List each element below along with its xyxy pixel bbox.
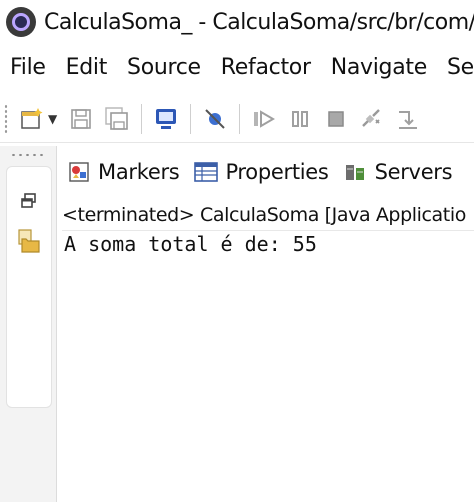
minimized-view-stack xyxy=(6,166,52,408)
debug-skip-icon[interactable] xyxy=(200,104,230,134)
tab-partial[interactable] xyxy=(466,159,474,185)
save-icon[interactable] xyxy=(66,104,96,134)
tab-servers[interactable]: Servers xyxy=(343,159,453,185)
window-title: CalculaSoma_ - CalculaSoma/src/br/com/er… xyxy=(44,9,474,35)
menu-refactor[interactable]: Refactor xyxy=(221,55,311,80)
title-bar: CalculaSoma_ - CalculaSoma/src/br/com/er… xyxy=(0,0,474,44)
tab-servers-label: Servers xyxy=(374,160,453,184)
eclipse-app-icon xyxy=(6,7,36,37)
step-into-icon[interactable] xyxy=(393,104,423,134)
menu-bar: File Edit Source Refactor Navigate Sear xyxy=(0,46,474,88)
tab-markers-label: Markers xyxy=(98,160,180,184)
tab-markers[interactable]: Markers xyxy=(66,159,180,185)
disconnect-icon[interactable] xyxy=(357,104,387,134)
menu-search[interactable]: Sear xyxy=(447,55,474,80)
console-status: <terminated> CalculaSoma [Java Applicati… xyxy=(62,200,474,231)
menu-navigate[interactable]: Navigate xyxy=(331,55,428,80)
drag-handle-dots[interactable] xyxy=(10,152,44,158)
console-view[interactable]: <terminated> CalculaSoma [Java Applicati… xyxy=(58,196,474,502)
servers-icon xyxy=(343,159,369,185)
view-tab-bar: Markers Properties Servers xyxy=(58,150,474,194)
properties-icon xyxy=(193,159,219,185)
toolbar-separator xyxy=(190,104,192,134)
tab-properties[interactable]: Properties xyxy=(193,159,329,185)
data-source-icon xyxy=(466,159,474,185)
toolbar-grip[interactable] xyxy=(4,104,8,134)
save-all-icon[interactable] xyxy=(102,104,132,134)
resume-icon[interactable] xyxy=(249,104,279,134)
terminate-icon[interactable] xyxy=(321,104,351,134)
suspend-icon[interactable] xyxy=(285,104,315,134)
markers-icon xyxy=(66,159,92,185)
new-wizard-icon[interactable] xyxy=(17,104,47,134)
menu-source[interactable]: Source xyxy=(127,55,201,80)
menu-file[interactable]: File xyxy=(10,55,46,80)
restore-icon[interactable] xyxy=(7,183,51,219)
terminal-icon[interactable] xyxy=(151,104,181,134)
main-toolbar: ▼ xyxy=(0,96,474,143)
left-trim-stack xyxy=(0,146,57,502)
package-explorer-icon[interactable] xyxy=(7,223,51,259)
tab-properties-label: Properties xyxy=(225,160,329,184)
menu-edit[interactable]: Edit xyxy=(66,55,108,80)
toolbar-separator xyxy=(239,104,241,134)
chevron-down-icon[interactable]: ▼ xyxy=(48,112,57,126)
toolbar-separator xyxy=(141,104,143,134)
console-output: A soma total é de: 55 xyxy=(64,232,317,256)
